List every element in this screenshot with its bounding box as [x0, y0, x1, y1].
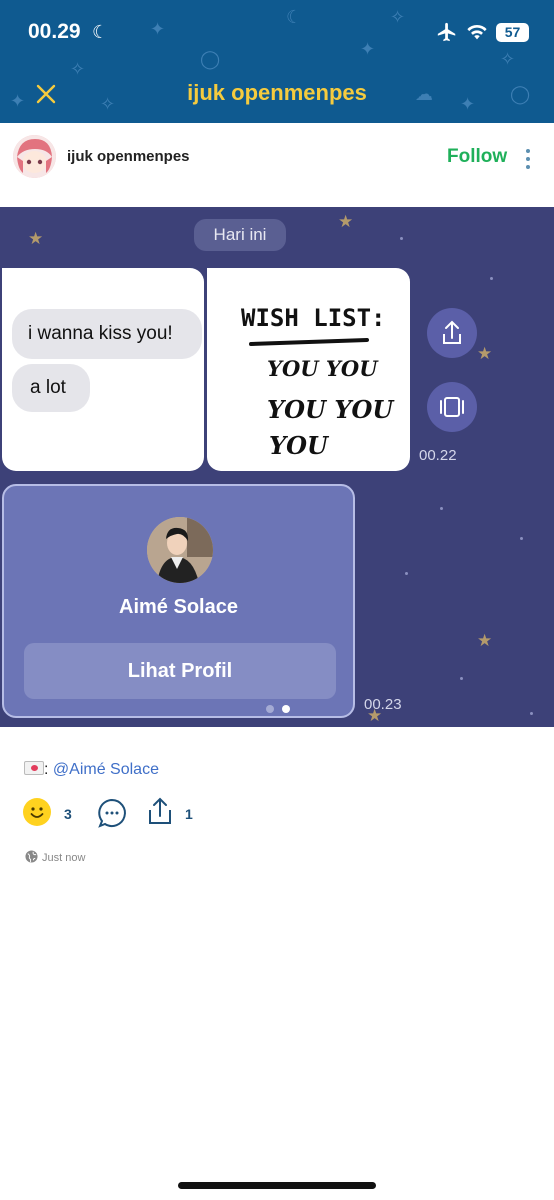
airplane-mode-icon	[437, 22, 456, 42]
message-time: 00.23	[364, 696, 402, 713]
page-dot-active	[282, 705, 290, 713]
page-title: ijuk openmenpes	[187, 80, 367, 105]
wishlist-title: WISH LIST:	[241, 304, 386, 332]
view-profile-button[interactable]: Lihat Profil	[24, 643, 336, 699]
star-icon: ★	[338, 212, 354, 231]
smile-reaction-icon[interactable]	[23, 798, 51, 826]
wishlist-line: YOU YOU	[267, 356, 379, 381]
person-photo-icon	[147, 517, 213, 583]
chat-bubble: i wanna kiss you!	[12, 309, 202, 359]
wishlist-line: YOU YOU	[267, 395, 395, 424]
star-icon: ★	[477, 631, 493, 650]
wifi-icon	[467, 24, 487, 40]
status-time: 00.29	[28, 20, 81, 43]
more-options-icon[interactable]	[523, 147, 533, 171]
page-dot	[266, 705, 274, 713]
doodle-icon: ✧	[500, 49, 516, 69]
doodle-icon: ◯	[200, 49, 221, 69]
comment-icon[interactable]	[96, 797, 128, 829]
caption-separator: :	[44, 761, 49, 778]
upload-icon	[443, 320, 461, 344]
status-bar: 00.29 ☾ 57	[0, 18, 554, 52]
anime-avatar-icon	[13, 135, 56, 178]
wishlist-line: YOU	[269, 431, 330, 460]
timestamp-text: Just now	[42, 852, 86, 864]
post-caption: : @Aimé Solace	[24, 761, 159, 779]
post-timestamp: Just now	[25, 850, 85, 864]
author-avatar[interactable]	[13, 135, 56, 178]
gallery-button[interactable]	[427, 382, 477, 432]
profile-card: Aimé Solace Lihat Profil	[2, 484, 355, 718]
battery-indicator: 57	[496, 23, 529, 42]
reaction-count: 3	[64, 806, 72, 822]
globe-icon	[25, 850, 38, 863]
mention-link[interactable]: @Aimé Solace	[53, 761, 159, 778]
app-header: ☾ ✦ ✧ ◯ ✦ ✧ ✦ ✧ ☁ ✦ ◯ ✧ 00.29 ☾ 57 ijuk …	[0, 0, 554, 123]
doodle-icon: ✧	[70, 59, 86, 79]
message-card: i wanna kiss you! a lot	[2, 268, 204, 471]
love-letter-icon	[24, 761, 44, 775]
share-count: 1	[185, 806, 193, 822]
star-icon: ★	[28, 229, 44, 248]
wishlist-drawing: WISH LIST: YOU YOU YOU YOU YOU	[241, 304, 395, 460]
home-indicator	[178, 1182, 376, 1189]
carousel-icon	[440, 397, 464, 417]
share-image-button[interactable]	[427, 308, 477, 358]
post-image[interactable]: ★ ★ ★ ★ ★ Hari ini i wanna kiss you! a l…	[0, 207, 554, 727]
share-icon[interactable]	[145, 796, 175, 826]
profile-name: Aimé Solace	[119, 596, 238, 618]
chat-bubble: a lot	[12, 364, 90, 412]
wishlist-image: WISH LIST: YOU YOU YOU YOU YOU	[207, 268, 410, 471]
follow-button[interactable]: Follow	[447, 146, 507, 168]
message-time: 00.22	[419, 447, 457, 464]
date-separator: Hari ini	[194, 219, 286, 251]
post-author-row: ijuk openmenpes Follow	[0, 123, 554, 195]
author-name[interactable]: ijuk openmenpes	[67, 148, 190, 165]
do-not-disturb-moon-icon: ☾	[92, 22, 109, 42]
star-icon: ★	[477, 344, 493, 363]
profile-photo	[147, 517, 213, 583]
